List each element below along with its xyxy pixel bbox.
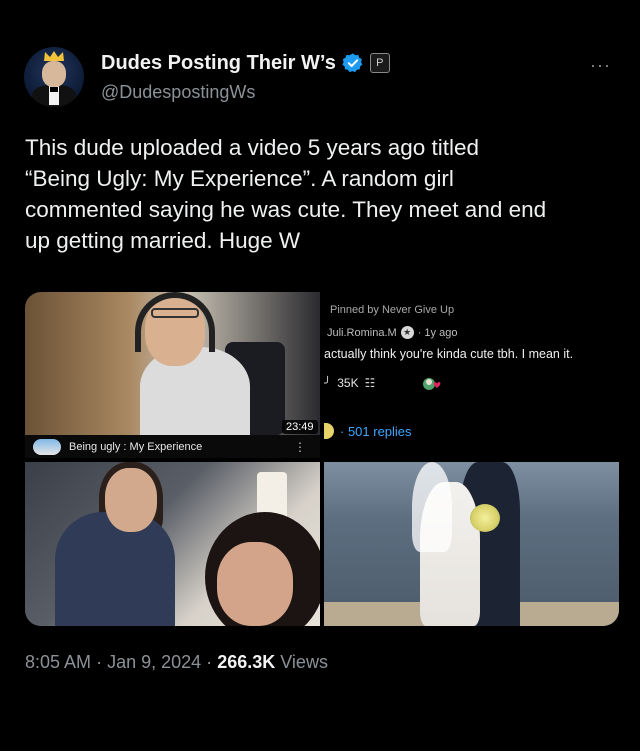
reply-avatar-icon <box>324 423 334 439</box>
bouquet <box>470 504 500 532</box>
replies-row[interactable]: · 501 replies <box>324 423 412 439</box>
comment-actions: ╯ 35K ☷ <box>324 376 375 390</box>
comment-author: Juli.Romina.M <box>327 326 397 339</box>
video-title: Being ugly : My Experience <box>69 440 203 453</box>
bowtie-icon <box>50 87 58 92</box>
tweet-time[interactable]: 8:05 AM <box>25 652 91 672</box>
tweet-line: commented saying he was cute. They meet … <box>25 197 547 222</box>
tweet-line: up getting married. Huge W <box>25 228 301 253</box>
media-video-screenshot[interactable]: 23:49 Being ugly : My Experience ⋮ <box>25 292 320 458</box>
video-info-bar: Being ugly : My Experience ⋮ <box>25 435 320 458</box>
like-count: 35K <box>337 376 359 390</box>
thumbs-down-icon: ☷ <box>364 376 376 390</box>
person-face <box>105 468 157 532</box>
comment-age: · 1y ago <box>417 326 458 339</box>
media-comment-screenshot[interactable]: Pinned by Never Give Up Juli.Romina.M ★ … <box>324 292 619 458</box>
veil <box>412 462 452 552</box>
media-couple-selfie[interactable] <box>25 462 320 626</box>
tweet-date[interactable]: Jan 9, 2024 <box>107 652 201 672</box>
headphones <box>135 292 215 352</box>
media-wedding-photo[interactable] <box>324 462 619 626</box>
views-label: Views <box>280 652 328 672</box>
thumbs-up-icon: ╯ <box>324 376 332 390</box>
creator-heart-icon <box>423 378 441 390</box>
more-options-icon[interactable]: ··· <box>590 56 618 74</box>
media-grid[interactable]: 23:49 Being ugly : My Experience ⋮ Pinne… <box>25 292 619 626</box>
star-badge-icon: ★ <box>400 326 414 339</box>
author-handle[interactable]: @DudespostingWs <box>101 82 255 103</box>
video-duration: 23:49 <box>282 420 318 434</box>
tweet-line: This dude uploaded a video 5 years ago t… <box>25 135 480 160</box>
author-name-row: Dudes Posting Their W’s P <box>101 50 390 76</box>
person-sweater <box>55 512 175 626</box>
replies-link[interactable]: · 501 replies <box>340 424 412 439</box>
views-count: 266.3K <box>217 652 276 672</box>
display-name[interactable]: Dudes Posting Their W’s <box>101 52 336 75</box>
affiliate-badge-icon[interactable]: P <box>369 53 390 73</box>
separator: · <box>96 652 103 672</box>
comment-author-row: Juli.Romina.M ★ · 1y ago <box>327 326 457 339</box>
selfie-face <box>217 542 293 626</box>
video-thumbnail: 23:49 <box>25 292 320 435</box>
channel-avatar-icon <box>33 438 61 455</box>
verified-icon <box>342 53 363 73</box>
separator: · <box>206 652 213 672</box>
avatar[interactable] <box>24 47 84 107</box>
tweet-line: “Being Ugly: My Experience”. A random gi… <box>25 166 454 191</box>
kebab-menu-icon: ⋮ <box>294 439 306 454</box>
tweet-meta: 8:05 AM · Jan 9, 2024 · 266.3K Views <box>25 652 328 673</box>
avatar-face <box>42 61 66 87</box>
tweet-text: This dude uploaded a video 5 years ago t… <box>25 132 625 256</box>
comment-text: actually think you're kinda cute tbh. I … <box>324 347 574 361</box>
pinned-label: Pinned by Never Give Up <box>330 304 455 316</box>
